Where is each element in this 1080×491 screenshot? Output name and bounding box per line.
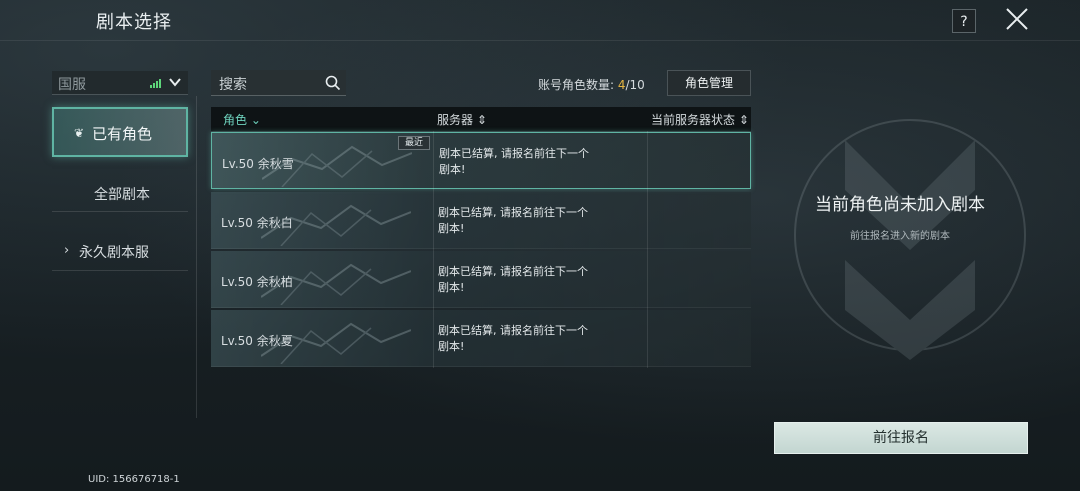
recent-badge: 最近 bbox=[398, 136, 430, 150]
sidebar-divider bbox=[196, 96, 197, 418]
col-status-label: 当前服务器状态 bbox=[651, 113, 736, 127]
server-status: 剧本已结算, 请报名前往下一个剧本! bbox=[438, 206, 588, 235]
column-divider bbox=[647, 131, 648, 368]
butterfly-icon: ❦ bbox=[74, 126, 85, 140]
column-divider bbox=[433, 131, 434, 368]
close-icon[interactable] bbox=[1004, 6, 1030, 32]
chevron-down-icon bbox=[169, 78, 181, 87]
server-label: 国服 bbox=[58, 77, 86, 93]
col-server-label: 服务器 bbox=[437, 113, 474, 127]
col-character[interactable]: 角色 ⌄ bbox=[223, 111, 261, 128]
tab-all-label: 全部剧本 bbox=[94, 187, 150, 203]
character-count: 账号角色数量: 4/10 bbox=[538, 76, 645, 93]
empty-state-subtitle: 前往报名进入新的剧本 bbox=[850, 231, 950, 242]
manage-characters-button[interactable]: 角色管理 bbox=[667, 70, 751, 96]
character-name: Lv.50 余秋夏 bbox=[221, 334, 293, 348]
col-server[interactable]: 服务器 ⇕ bbox=[437, 111, 487, 128]
table-row[interactable]: Lv.50 余秋雪 最近 剧本已结算, 请报名前往下一个剧本! bbox=[211, 132, 751, 189]
top-bar: 剧本选择 ? bbox=[0, 0, 1080, 41]
tab-owned-label: 已有角色 bbox=[92, 125, 153, 143]
table-row[interactable]: Lv.50 余秋白 剧本已结算, 请报名前往下一个剧本! bbox=[211, 192, 751, 249]
signal-icon bbox=[150, 78, 161, 88]
count-total: /10 bbox=[625, 78, 645, 92]
go-register-button[interactable]: 前往报名 bbox=[774, 422, 1028, 454]
search-placeholder: 搜索 bbox=[219, 77, 247, 93]
server-status: 剧本已结算, 请报名前往下一个剧本! bbox=[438, 265, 588, 294]
col-character-label: 角色 bbox=[223, 113, 248, 127]
uid-label: UID: 156676718-1 bbox=[88, 474, 180, 485]
table-row[interactable]: Lv.50 余秋柏 剧本已结算, 请报名前往下一个剧本! bbox=[211, 251, 751, 308]
empty-state-title: 当前角色尚未加入剧本 bbox=[815, 195, 985, 215]
count-label: 账号角色数量: bbox=[538, 78, 618, 92]
server-status: 剧本已结算, 请报名前往下一个剧本! bbox=[438, 324, 588, 353]
tab-permanent-server[interactable]: › 永久剧本服 bbox=[52, 231, 188, 271]
col-server-status[interactable]: 当前服务器状态 ⇕ bbox=[651, 111, 749, 128]
tab-owned-characters[interactable]: ❦ 已有角色 bbox=[52, 107, 188, 157]
character-name: Lv.50 余秋柏 bbox=[221, 275, 293, 289]
search-input[interactable]: 搜索 bbox=[211, 70, 346, 96]
server-status: 剧本已结算, 请报名前往下一个剧本! bbox=[439, 147, 589, 176]
server-dropdown[interactable]: 国服 bbox=[52, 71, 188, 95]
help-button[interactable]: ? bbox=[952, 9, 976, 33]
chevron-right-icon: › bbox=[64, 243, 70, 258]
table-row[interactable]: Lv.50 余秋夏 剧本已结算, 请报名前往下一个剧本! bbox=[211, 310, 751, 367]
page-title: 剧本选择 bbox=[96, 12, 172, 33]
character-name: Lv.50 余秋雪 bbox=[222, 157, 294, 171]
character-name: Lv.50 余秋白 bbox=[221, 216, 293, 230]
tab-all-scripts[interactable]: 全部剧本 bbox=[52, 172, 188, 212]
table-header: 角色 ⌄ 服务器 ⇕ 当前服务器状态 ⇕ bbox=[211, 107, 751, 132]
tab-permanent-label: 永久剧本服 bbox=[79, 245, 149, 261]
search-icon[interactable] bbox=[325, 75, 341, 91]
count-current: 4 bbox=[617, 78, 626, 92]
